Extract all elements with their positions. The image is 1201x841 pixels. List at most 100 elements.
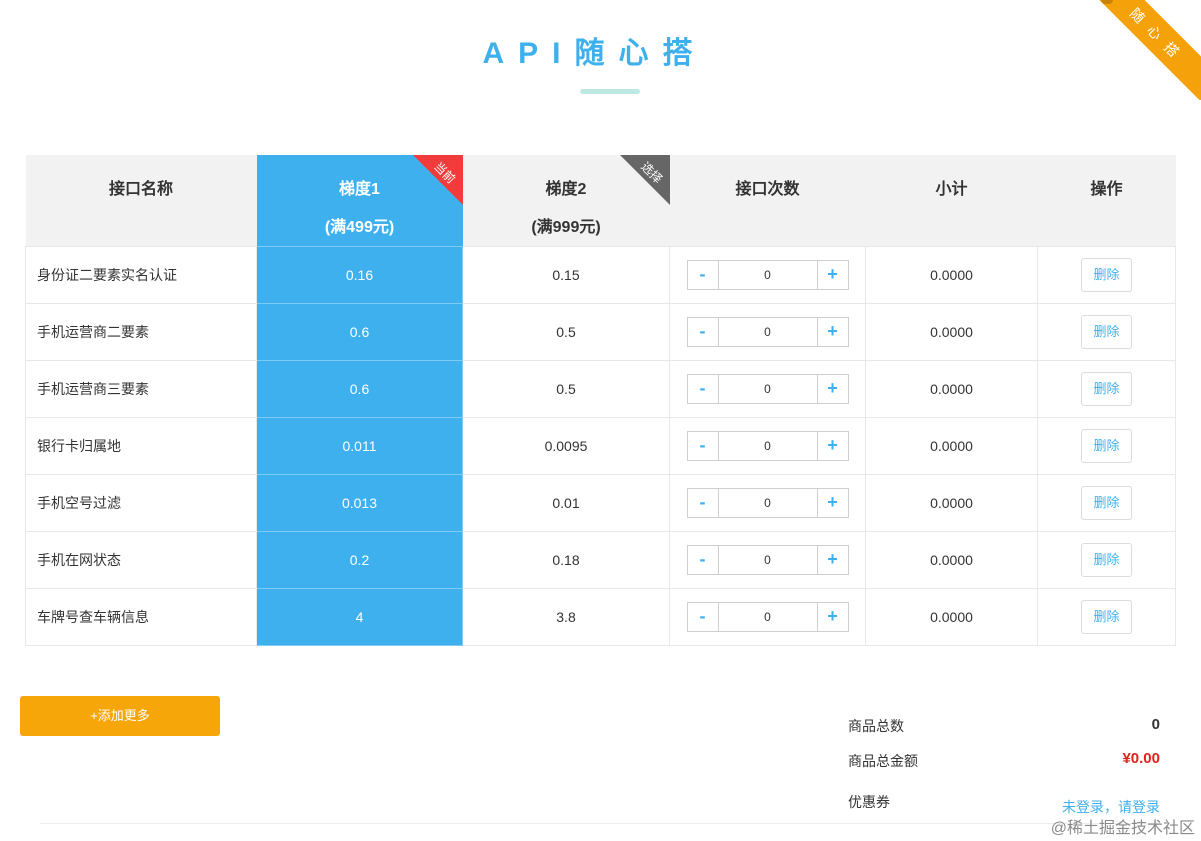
increment-button[interactable]: + — [816, 260, 848, 289]
title-underline — [580, 89, 640, 94]
table-row: 车牌号查车辆信息43.8-+0.0000删除 — [25, 587, 1176, 646]
tier1-price-cell: 0.011 — [256, 416, 463, 475]
increment-button[interactable]: + — [816, 374, 848, 403]
table-row: 手机在网状态0.20.18-+0.0000删除 — [25, 530, 1176, 589]
quantity-input[interactable] — [718, 488, 817, 517]
delete-button[interactable]: 删除 — [1081, 542, 1132, 577]
decrement-button[interactable]: - — [688, 545, 719, 574]
header-tier2-sub: (满999元) — [531, 219, 601, 236]
subtotal-cell: 0.0000 — [865, 302, 1038, 361]
header-api-name: 接口名称 — [25, 155, 257, 246]
quantity-input[interactable] — [718, 374, 817, 403]
header-call-count: 接口次数 — [669, 155, 866, 246]
action-cell: 删除 — [1037, 473, 1176, 532]
delete-button[interactable]: 删除 — [1081, 428, 1132, 463]
tier2-price-cell: 3.8 — [462, 587, 670, 646]
header-tier2[interactable]: 梯度2 (满999元) 选择 — [462, 155, 670, 246]
action-cell: 删除 — [1037, 245, 1176, 304]
table-row: 手机空号过滤0.0130.01-+0.0000删除 — [25, 473, 1176, 532]
decrement-button[interactable]: - — [688, 431, 719, 460]
quantity-stepper: -+ — [686, 259, 849, 290]
current-badge: 当前 — [412, 155, 463, 205]
tier1-price-cell: 0.16 — [256, 245, 463, 304]
subtotal-cell: 0.0000 — [865, 245, 1038, 304]
header-tier1-sub: (满499元) — [324, 219, 395, 236]
select-badge[interactable]: 选择 — [619, 155, 670, 205]
quantity-stepper: -+ — [686, 373, 849, 404]
api-table: 接口名称 梯度1 (满499元) 当前 梯度2 (满999元) 选择 接口次数 … — [25, 155, 1176, 646]
decrement-button[interactable]: - — [688, 260, 719, 289]
add-more-button[interactable]: +添加更多 — [20, 696, 220, 736]
tier1-price-cell: 0.2 — [256, 530, 463, 589]
quantity-stepper: -+ — [686, 487, 849, 518]
quantity-input[interactable] — [718, 545, 817, 574]
api-name-cell: 车牌号查车辆信息 — [25, 587, 257, 646]
subtotal-cell: 0.0000 — [865, 530, 1038, 589]
total-count-value: 0 — [1151, 716, 1160, 733]
delete-button[interactable]: 删除 — [1081, 485, 1132, 520]
subtotal-cell: 0.0000 — [865, 587, 1038, 646]
table-row: 身份证二要素实名认证0.160.15-+0.0000删除 — [25, 245, 1176, 304]
quantity-input[interactable] — [718, 431, 817, 460]
header-tier2-label: 梯度2 — [545, 181, 587, 198]
api-name-cell: 身份证二要素实名认证 — [25, 245, 257, 304]
delete-button[interactable]: 删除 — [1081, 599, 1132, 634]
tier1-price-cell: 4 — [256, 587, 463, 646]
tier2-price-cell: 0.18 — [462, 530, 670, 589]
tier2-price-cell: 0.5 — [462, 359, 670, 418]
quantity-stepper: -+ — [686, 430, 849, 461]
header-tier1[interactable]: 梯度1 (满499元) 当前 — [256, 155, 463, 246]
table-row: 银行卡归属地0.0110.0095-+0.0000删除 — [25, 416, 1176, 475]
coupon-label: 优惠券 — [848, 794, 890, 810]
action-cell: 删除 — [1037, 530, 1176, 589]
total-amount-value: ¥0.00 — [1122, 750, 1160, 767]
quantity-stepper: -+ — [686, 601, 849, 632]
table-header-row: 接口名称 梯度1 (满499元) 当前 梯度2 (满999元) 选择 接口次数 … — [25, 155, 1176, 246]
decrement-button[interactable]: - — [688, 488, 719, 517]
action-cell: 删除 — [1037, 359, 1176, 418]
watermark: @稀土掘金技术社区 — [1050, 820, 1195, 837]
delete-button[interactable]: 删除 — [1081, 314, 1132, 349]
increment-button[interactable]: + — [816, 602, 848, 631]
increment-button[interactable]: + — [816, 431, 848, 460]
total-amount-label: 商品总金额 — [848, 753, 918, 769]
header-subtotal: 小计 — [865, 155, 1038, 246]
delete-button[interactable]: 删除 — [1081, 371, 1132, 406]
tier1-price-cell: 0.013 — [256, 473, 463, 532]
api-name-cell: 银行卡归属地 — [25, 416, 257, 475]
tier1-price-cell: 0.6 — [256, 359, 463, 418]
subtotal-cell: 0.0000 — [865, 416, 1038, 475]
api-name-cell: 手机在网状态 — [25, 530, 257, 589]
action-cell: 删除 — [1037, 302, 1176, 361]
count-cell: -+ — [669, 245, 866, 304]
count-cell: -+ — [669, 359, 866, 418]
delete-button[interactable]: 删除 — [1081, 257, 1132, 292]
increment-button[interactable]: + — [816, 488, 848, 517]
tier1-price-cell: 0.6 — [256, 302, 463, 361]
decrement-button[interactable]: - — [688, 602, 719, 631]
total-count-label: 商品总数 — [848, 718, 904, 734]
increment-button[interactable]: + — [816, 545, 848, 574]
tier2-price-cell: 0.5 — [462, 302, 670, 361]
tier2-price-cell: 0.01 — [462, 473, 670, 532]
api-name-cell: 手机运营商三要素 — [25, 359, 257, 418]
table-row: 手机运营商三要素0.60.5-+0.0000删除 — [25, 359, 1176, 418]
quantity-input[interactable] — [718, 602, 817, 631]
tier2-price-cell: 0.15 — [462, 245, 670, 304]
bottom-divider — [40, 823, 1160, 824]
action-cell: 删除 — [1037, 587, 1176, 646]
decrement-button[interactable]: - — [688, 317, 719, 346]
header-action: 操作 — [1037, 155, 1176, 246]
quantity-input[interactable] — [718, 317, 817, 346]
action-cell: 删除 — [1037, 416, 1176, 475]
decrement-button[interactable]: - — [688, 374, 719, 403]
count-cell: -+ — [669, 473, 866, 532]
increment-button[interactable]: + — [816, 317, 848, 346]
count-cell: -+ — [669, 530, 866, 589]
table-row: 手机运营商二要素0.60.5-+0.0000删除 — [25, 302, 1176, 361]
subtotal-cell: 0.0000 — [865, 359, 1038, 418]
count-cell: -+ — [669, 302, 866, 361]
quantity-input[interactable] — [718, 260, 817, 289]
count-cell: -+ — [669, 587, 866, 646]
quantity-stepper: -+ — [686, 544, 849, 575]
